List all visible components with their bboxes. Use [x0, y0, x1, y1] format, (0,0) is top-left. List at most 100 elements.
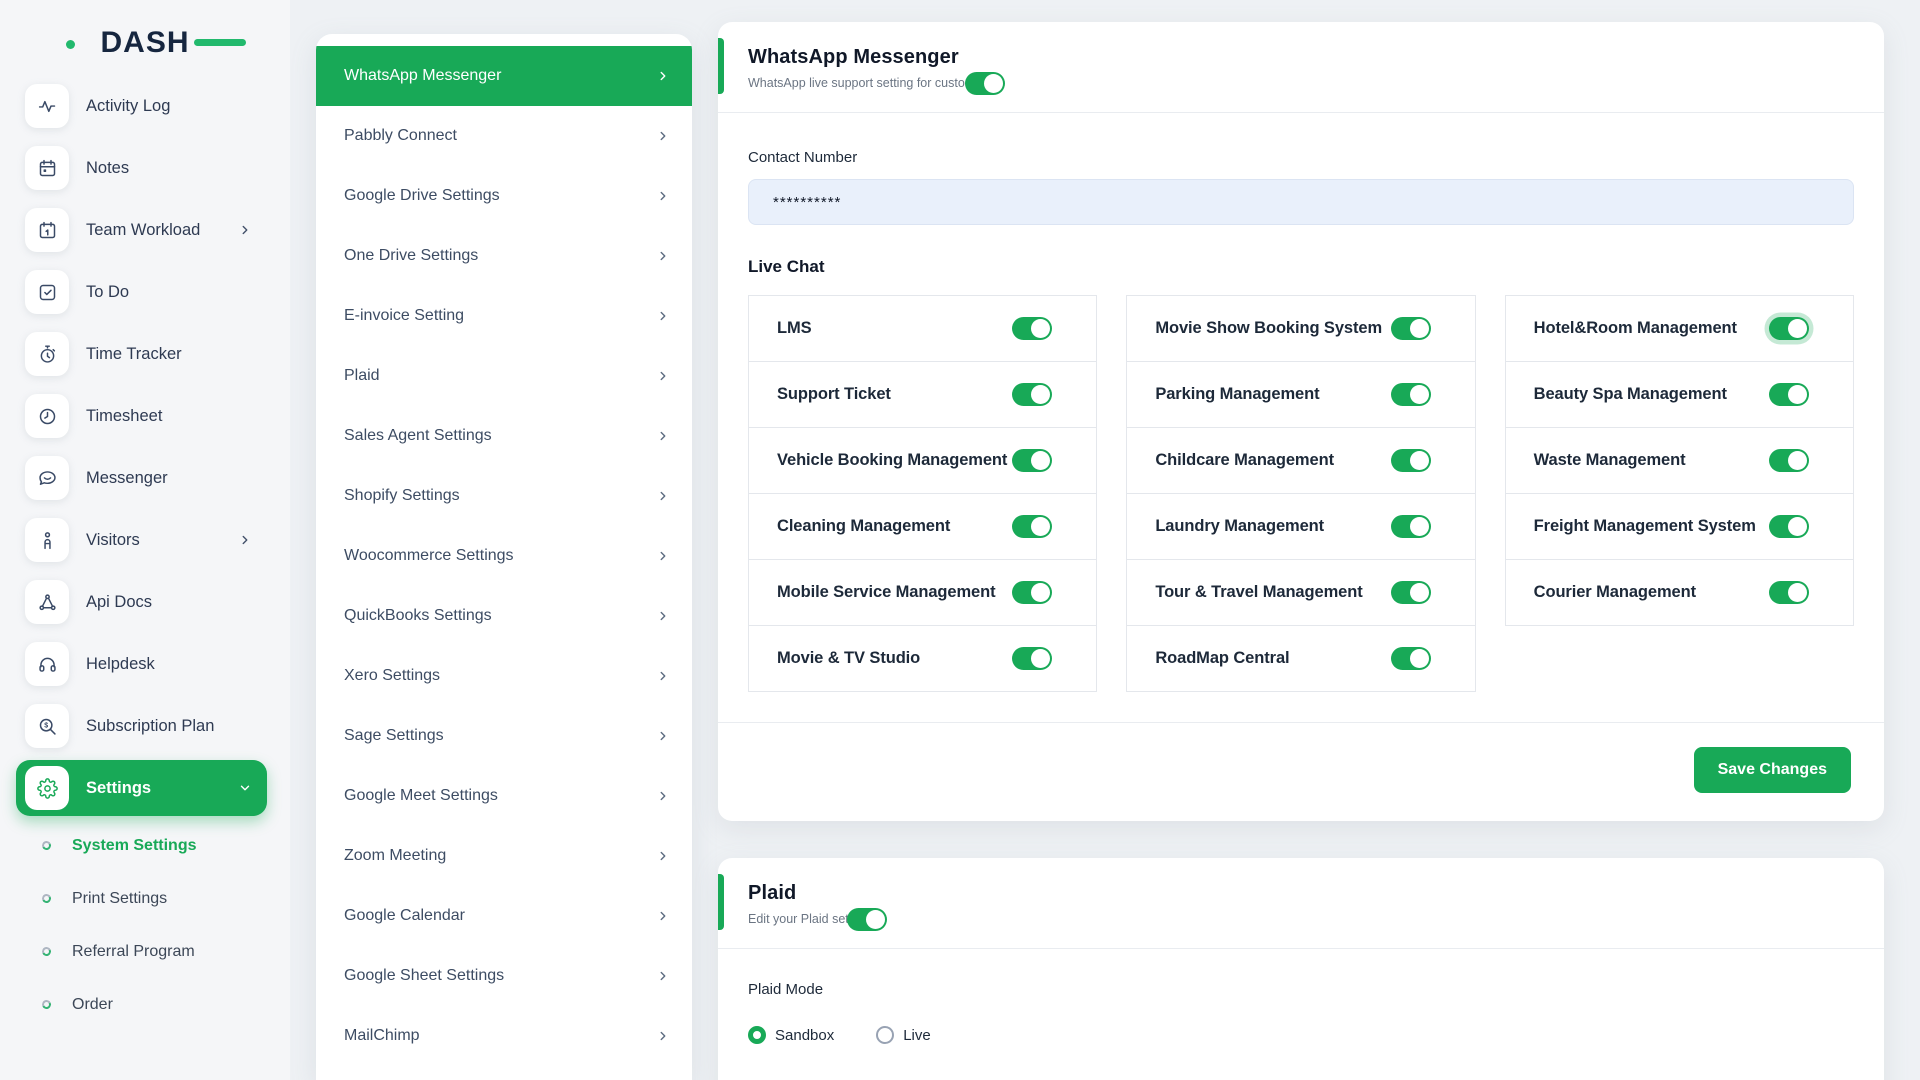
settings-menu-item-plaid[interactable]: Plaid [316, 346, 692, 406]
chevron-right-icon [656, 369, 670, 383]
svg-text:$: $ [44, 722, 48, 729]
nodes-icon [25, 580, 69, 624]
chevron-right-icon [656, 69, 670, 83]
sidebar-subitem-referral-program[interactable]: Referral Program [0, 925, 290, 978]
sidebar-item-notes[interactable]: Notes [0, 137, 290, 199]
settings-subnav: System Settings Print Settings Referral … [0, 819, 290, 1031]
live-chat-heading: Live Chat [748, 257, 1854, 277]
sidebar-item-team-workload[interactable]: Team Workload [0, 199, 290, 261]
toggle-tour-travel-management[interactable] [1391, 581, 1431, 604]
chevron-right-icon [656, 309, 670, 323]
toggle-cleaning-management[interactable] [1012, 515, 1052, 538]
headset-icon [25, 642, 69, 686]
plaid-mode-live[interactable]: Live [876, 1026, 931, 1044]
settings-menu-item-shopify-settings[interactable]: Shopify Settings [316, 466, 692, 526]
settings-menu-item-zoom-meeting[interactable]: Zoom Meeting [316, 826, 692, 886]
settings-menu-item-xero-settings[interactable]: Xero Settings [316, 646, 692, 706]
sidebar-item-visitors[interactable]: Visitors [0, 509, 290, 571]
chevron-right-icon [656, 489, 670, 503]
toggle-movie-tv-studio[interactable] [1012, 647, 1052, 670]
settings-menu-item-sage-settings[interactable]: Sage Settings [316, 706, 692, 766]
sidebar-item-settings[interactable]: Settings [16, 760, 267, 816]
sidebar-item-timesheet[interactable]: Timesheet [0, 385, 290, 447]
settings-menu-item-woocommerce-settings[interactable]: Woocommerce Settings [316, 526, 692, 586]
sidebar-nav: Activity Log Notes Team Workload To Do T… [0, 75, 290, 816]
toggle-knob [1031, 385, 1050, 404]
settings-menu-item-quickbooks-settings[interactable]: QuickBooks Settings [316, 586, 692, 646]
accent-bar [718, 38, 724, 94]
toggle-beauty-spa-management[interactable] [1769, 383, 1809, 406]
chevron-right-icon [656, 669, 670, 683]
bullet-icon [41, 893, 53, 905]
toggle-courier-management[interactable] [1769, 581, 1809, 604]
toggle-waste-management[interactable] [1769, 449, 1809, 472]
toggle-knob [1410, 319, 1429, 338]
sidebar-item-messenger[interactable]: Messenger [0, 447, 290, 509]
toggle-knob [1031, 451, 1050, 470]
sidebar-item-to-do[interactable]: To Do [0, 261, 290, 323]
sidebar-subitem-system-settings[interactable]: System Settings [0, 819, 290, 872]
sidebar-item-activity-log[interactable]: Activity Log [0, 75, 290, 137]
chevron-right-icon [656, 969, 670, 983]
module-cell-waste-management: Waste Management [1505, 427, 1854, 494]
toggle-mobile-service-management[interactable] [1012, 581, 1052, 604]
settings-menu-item-one-drive-settings[interactable]: One Drive Settings [316, 226, 692, 286]
toggle-roadmap-central[interactable] [1391, 647, 1431, 670]
modules-column: Movie Show Booking System Parking Manage… [1126, 295, 1475, 692]
plaid-mode-label: Plaid Mode [748, 981, 1854, 998]
settings-menu-item-e-invoice-setting[interactable]: E-invoice Setting [316, 286, 692, 346]
sidebar-subitem-order[interactable]: Order [0, 978, 290, 1031]
toggle-knob [1788, 385, 1807, 404]
settings-menu-item-google-calendar[interactable]: Google Calendar [316, 886, 692, 946]
calendar-icon [25, 146, 69, 190]
panel-title: Plaid [748, 882, 875, 905]
toggle-parking-management[interactable] [1391, 383, 1431, 406]
toggle-laundry-management[interactable] [1391, 515, 1431, 538]
toggle-vehicle-booking-management[interactable] [1012, 449, 1052, 472]
toggle-knob [1788, 583, 1807, 602]
plaid-panel-header: Plaid Edit your Plaid settings [718, 858, 1884, 948]
settings-menu-item-pabbly-connect[interactable]: Pabbly Connect [316, 106, 692, 166]
settings-menu-item-mailchimp[interactable]: MailChimp [316, 1006, 692, 1066]
module-cell-cleaning-management: Cleaning Management [748, 493, 1097, 560]
toggle-knob [1410, 583, 1429, 602]
sidebar-item-helpdesk[interactable]: Helpdesk [0, 633, 290, 695]
toggle-knob [1410, 451, 1429, 470]
save-changes-button[interactable]: Save Changes [1694, 747, 1851, 793]
plaid-enabled-toggle[interactable] [847, 908, 887, 931]
toggle-freight-management-system[interactable] [1769, 515, 1809, 538]
toggle-lms[interactable] [1012, 317, 1052, 340]
toggle-knob [1788, 517, 1807, 536]
chevron-right-icon [656, 1029, 670, 1043]
contact-number-input[interactable] [748, 179, 1854, 225]
settings-menu-item-google-drive-settings[interactable]: Google Drive Settings [316, 166, 692, 226]
whatsapp-enabled-toggle[interactable] [965, 72, 1005, 95]
module-cell-tour-travel-management: Tour & Travel Management [1126, 559, 1475, 626]
module-cell-movie-tv-studio: Movie & TV Studio [748, 625, 1097, 692]
toggle-hotel-room-management[interactable] [1769, 317, 1809, 340]
chevron-right-icon [656, 189, 670, 203]
toggle-support-ticket[interactable] [1012, 383, 1052, 406]
sidebar-subitem-print-settings[interactable]: Print Settings [0, 872, 290, 925]
search-dollar-icon: $ [25, 704, 69, 748]
sidebar-item-subscription-plan[interactable]: $ Subscription Plan [0, 695, 290, 757]
sidebar-item-time-tracker[interactable]: Time Tracker [0, 323, 290, 385]
whatsapp-panel: WhatsApp Messenger WhatsApp live support… [718, 22, 1884, 821]
chevron-right-icon [656, 129, 670, 143]
sidebar-item-api-docs[interactable]: Api Docs [0, 571, 290, 633]
settings-menu-item-whatsapp-messenger[interactable]: WhatsApp Messenger [316, 46, 692, 106]
plaid-mode-sandbox[interactable]: Sandbox [748, 1026, 834, 1044]
settings-menu-item-google-meet-settings[interactable]: Google Meet Settings [316, 766, 692, 826]
settings-menu-item-google-sheet-settings[interactable]: Google Sheet Settings [316, 946, 692, 1006]
toggle-knob [984, 74, 1003, 93]
chevron-right-icon [656, 789, 670, 803]
toggle-knob [1788, 451, 1807, 470]
calendar-day-icon [25, 208, 69, 252]
toggle-childcare-management[interactable] [1391, 449, 1431, 472]
toggle-knob [1410, 649, 1429, 668]
activity-icon [25, 84, 69, 128]
app-logo[interactable]: DASH [70, 18, 220, 68]
clock-icon [25, 394, 69, 438]
settings-menu-item-sales-agent-settings[interactable]: Sales Agent Settings [316, 406, 692, 466]
toggle-movie-show-booking-system[interactable] [1391, 317, 1431, 340]
